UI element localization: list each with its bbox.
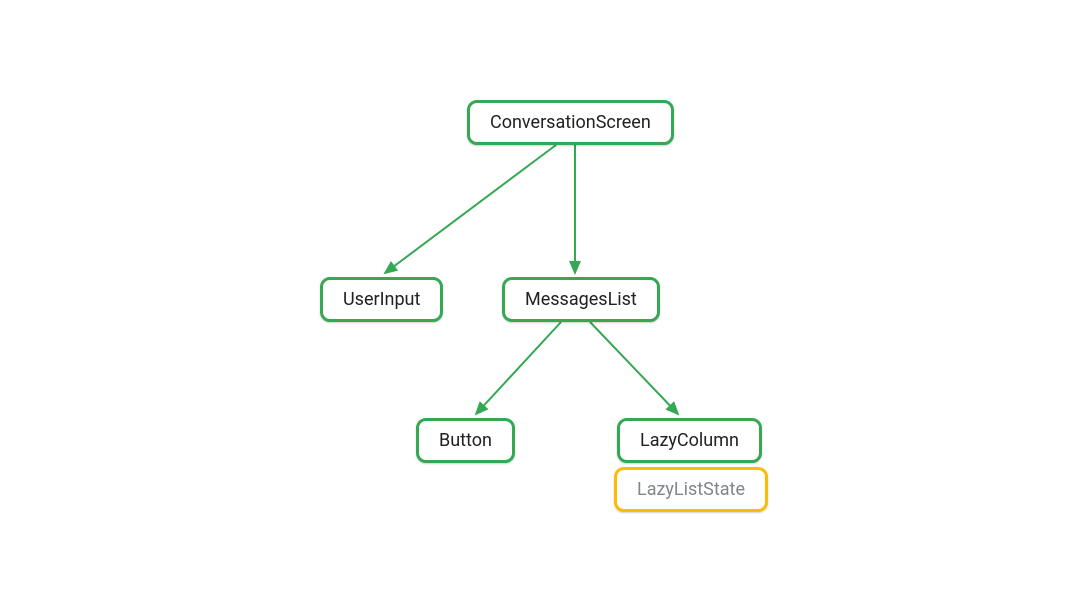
node-messages-list: MessagesList — [502, 277, 660, 322]
node-lazy-column: LazyColumn — [617, 418, 762, 463]
node-label: UserInput — [343, 289, 420, 310]
node-conversation-screen: ConversationScreen — [467, 100, 674, 145]
node-user-input: UserInput — [320, 277, 443, 322]
node-button: Button — [416, 418, 515, 463]
node-label: LazyColumn — [640, 430, 739, 451]
node-label: Button — [439, 430, 492, 451]
node-lazy-list-state: LazyListState — [614, 467, 768, 512]
node-label: ConversationScreen — [490, 112, 651, 133]
node-label: LazyListState — [637, 479, 745, 500]
node-label: MessagesList — [525, 289, 637, 310]
